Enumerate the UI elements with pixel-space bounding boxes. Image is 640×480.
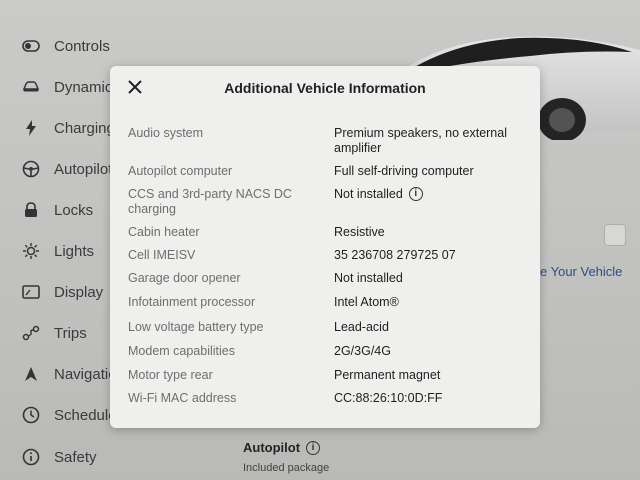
info-key: Autopilot computer <box>128 164 233 178</box>
info-value-text: Resistive <box>334 225 385 239</box>
info-value: Not installed i <box>334 187 530 202</box>
info-value-text: Not installed <box>334 187 403 201</box>
info-key: Garage door opener <box>128 271 241 285</box>
info-value: 2G/3G/4G <box>334 344 530 359</box>
info-key: Motor type rear <box>128 368 213 382</box>
info-key: Infotainment processor <box>128 295 256 309</box>
info-icon[interactable]: i <box>408 187 423 201</box>
info-key: CCS and 3rd-party NACS DC charging <box>128 187 292 216</box>
info-value: Resistive <box>334 225 530 240</box>
info-key: Cabin heater <box>128 225 200 239</box>
info-value-text: Full self-driving computer <box>334 164 474 178</box>
info-key: Wi-Fi MAC address <box>128 391 237 405</box>
info-key: Low voltage battery type <box>128 320 264 334</box>
info-value: Not installed <box>334 271 530 286</box>
info-value-text: 2G/3G/4G <box>334 344 391 358</box>
vehicle-software-screen: Controls Dynamics Charging Autopilot Loc… <box>0 0 640 480</box>
info-value: CC:88:26:10:0D:FF <box>334 391 530 406</box>
info-value: Permanent magnet <box>334 368 530 383</box>
dialog-title: Additional Vehicle Information <box>224 80 426 96</box>
info-key: Cell IMEISV <box>128 248 196 262</box>
info-value: Premium speakers, no external amplifier <box>334 126 530 156</box>
info-value: Full self-driving computer <box>334 164 530 179</box>
info-value-text: CC:88:26:10:0D:FF <box>334 391 443 405</box>
info-value-text: Intel Atom® <box>334 295 399 309</box>
info-value-text: 35 236708 279725 07 <box>334 248 456 262</box>
additional-info-dialog: Additional Vehicle Information Audio sys… <box>110 66 540 428</box>
info-value: 35 236708 279725 07 <box>334 248 530 263</box>
info-value-text: Permanent magnet <box>334 368 441 382</box>
info-value: Lead-acid <box>334 320 530 335</box>
info-value-text: Lead-acid <box>334 320 389 334</box>
info-key: Modem capabilities <box>128 344 235 358</box>
info-value-text: Premium speakers, no external amplifier <box>334 126 507 155</box>
info-value: Intel Atom® <box>334 295 530 310</box>
info-key: Audio system <box>128 126 204 140</box>
info-value-text: Not installed <box>334 271 403 285</box>
